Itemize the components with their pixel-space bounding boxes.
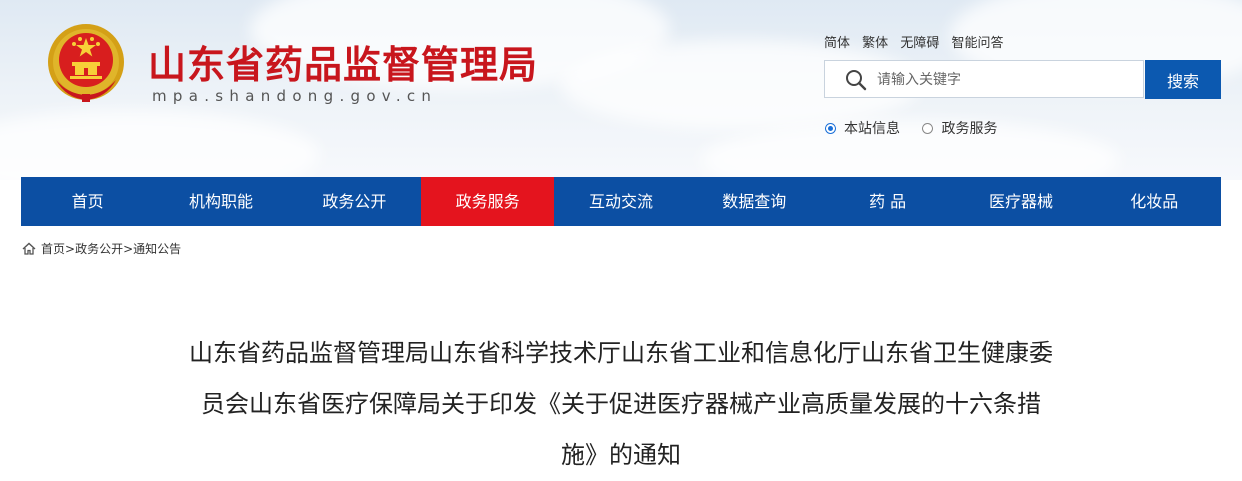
- search-icon: [846, 70, 867, 91]
- nav-item-gov-services[interactable]: 政务服务: [420, 177, 555, 226]
- national-emblem-icon[interactable]: [46, 22, 126, 104]
- search-button[interactable]: 搜索: [1145, 60, 1221, 99]
- nav-item-cosmetics[interactable]: 化妆品: [1088, 177, 1221, 226]
- search-box: [824, 60, 1144, 99]
- nav-item-interaction[interactable]: 互动交流: [554, 177, 687, 226]
- nav-item-drugs[interactable]: 药 品: [821, 177, 954, 226]
- radio-selected-icon[interactable]: [825, 122, 836, 134]
- article-title-line: 施》的通知: [561, 441, 681, 469]
- radio-unselected-icon[interactable]: [922, 122, 934, 134]
- nav-item-data-query[interactable]: 数据查询: [688, 177, 821, 226]
- article-title-line: 员会山东省医疗保障局关于印发《关于促进医疗器械产业高质量发展的十六条措: [201, 390, 1041, 418]
- link-accessibility[interactable]: 无障碍: [900, 36, 939, 51]
- search-input[interactable]: [875, 61, 1144, 99]
- nav-item-home[interactable]: 首页: [21, 177, 154, 226]
- home-icon: [22, 242, 36, 255]
- site-title[interactable]: 山东省药品监督管理局: [148, 34, 538, 89]
- scope-gov-services[interactable]: 政务服务: [922, 121, 997, 137]
- nav-item-gov-affairs[interactable]: 政务公开: [288, 177, 421, 226]
- search-scope: 本站信息 政务服务: [825, 118, 1015, 138]
- nav-item-functions[interactable]: 机构职能: [154, 177, 287, 226]
- breadcrumb-separator: >: [65, 242, 76, 256]
- article-title-line: 山东省药品监督管理局山东省科学技术厅山东省工业和信息化厅山东省卫生健康委: [189, 339, 1053, 367]
- breadcrumb-separator: >: [123, 242, 134, 256]
- scope-gov-services-label: 政务服务: [941, 121, 998, 137]
- link-simplified[interactable]: 简体: [824, 36, 850, 51]
- breadcrumb: 首页>政务公开>通知公告: [22, 240, 181, 257]
- site-domain: mpa.shandong.gov.cn: [152, 87, 438, 105]
- main-nav: 首页 机构职能 政务公开 政务服务 互动交流 数据查询 药 品 医疗器械 化妆品: [21, 177, 1221, 226]
- breadcrumb-notices[interactable]: 通知公告: [133, 242, 181, 256]
- breadcrumb-home[interactable]: 首页: [41, 242, 65, 256]
- link-smart-qa[interactable]: 智能问答: [951, 36, 1003, 51]
- scope-site-info[interactable]: 本站信息: [825, 121, 904, 137]
- breadcrumb-gov-affairs[interactable]: 政务公开: [75, 242, 123, 256]
- article-title: 山东省药品监督管理局山东省科学技术厅山东省工业和信息化厅山东省卫生健康委 员会山…: [168, 328, 1074, 481]
- link-traditional[interactable]: 繁体: [862, 36, 888, 51]
- nav-item-medical-devices[interactable]: 医疗器械: [954, 177, 1087, 226]
- scope-site-info-label: 本站信息: [844, 121, 900, 137]
- top-links: 简体 繁体 无障碍 智能问答: [824, 32, 1011, 51]
